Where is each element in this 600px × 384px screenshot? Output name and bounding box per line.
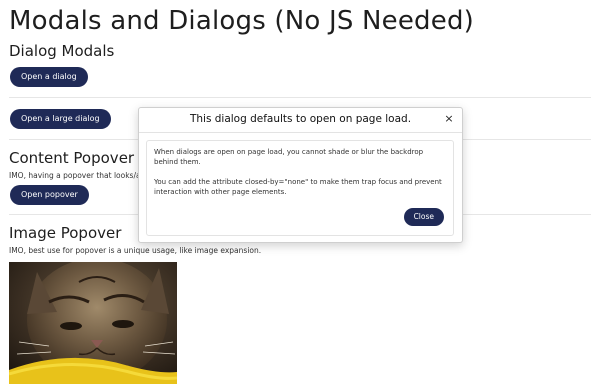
cat-image[interactable] [9,262,177,384]
content-popover-heading: Content Popover [9,149,135,167]
dialog-header: This dialog defaults to open on page loa… [139,108,462,133]
close-icon[interactable]: × [442,112,456,126]
dialog-title: This dialog defaults to open on page loa… [189,113,412,125]
content-popover-description: IMO, having a popover that looks/acts [9,171,152,180]
dialog-paragraph-2: You can add the attribute closed-by="non… [154,178,442,196]
open-dialog-button[interactable]: Open a dialog [10,67,88,87]
dialog-modals-heading: Dialog Modals [9,42,115,60]
image-popover-description: IMO, best use for popover is a unique us… [9,246,262,255]
close-button[interactable]: Close [403,208,444,226]
page-title: Modals and Dialogs (No JS Needed) [9,6,475,36]
open-popover-button[interactable]: Open popover [10,185,89,205]
open-large-dialog-button[interactable]: Open a large dialog [10,109,111,129]
section-divider [9,97,591,98]
dialog-body: When dialogs are open on page load, you … [146,140,454,236]
dialog-paragraph-1: When dialogs are open on page load, you … [154,148,424,166]
image-popover-heading: Image Popover [9,224,122,242]
dialog: This dialog defaults to open on page loa… [138,107,463,243]
